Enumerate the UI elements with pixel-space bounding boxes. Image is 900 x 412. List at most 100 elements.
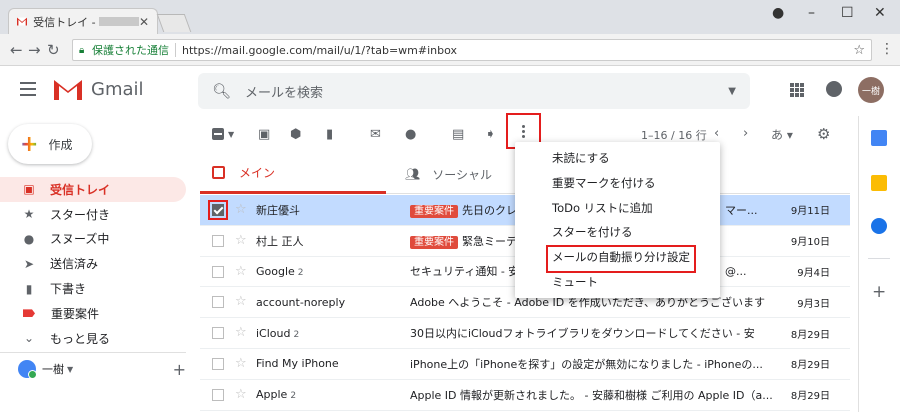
email-date: 9月10日 — [790, 237, 830, 249]
gmail-logo[interactable]: Gmail — [54, 78, 144, 100]
menu-item[interactable]: ToDo リストに追加 — [515, 195, 720, 220]
add-contact-icon[interactable]: + — [173, 360, 186, 379]
row-checkbox[interactable] — [212, 234, 224, 247]
tasks-icon[interactable] — [871, 218, 887, 234]
input-tools-button[interactable]: あ ▾ — [771, 126, 793, 143]
table-row[interactable]: ☆ Apple 2 Apple ID 情報が更新されました。 - 安藤和樹様 ご利用の… — [200, 380, 850, 411]
minimize-icon[interactable]: – — [808, 5, 815, 21]
hangouts-user[interactable]: 一樹 ▼ + — [18, 358, 186, 380]
sidebar-item-label: もっと見る — [50, 331, 111, 346]
calendar-icon[interactable] — [871, 130, 887, 146]
sidebar-item-important-label[interactable]: 重要案件 — [0, 301, 186, 326]
chevron-down-icon: ⌄ — [23, 331, 35, 346]
maximize-icon[interactable]: ☐ — [841, 5, 854, 21]
sidebar-item-inbox[interactable]: ▣ 受信トレイ — [0, 177, 186, 202]
row-checkbox[interactable] — [212, 357, 224, 370]
menu-item[interactable]: メールの自動振り分け設定 — [515, 244, 720, 273]
search-placeholder: メールを検索 — [245, 85, 324, 101]
search-icon[interactable]: 🔍︎ — [212, 82, 231, 100]
tab-social[interactable]: 👥︎ ソーシャル — [405, 154, 492, 194]
snooze-icon[interactable]: ● — [405, 127, 416, 142]
bookmark-star-icon[interactable]: ☆ — [853, 43, 865, 58]
chevron-down-icon[interactable]: ▼ — [67, 365, 73, 374]
profile-icon[interactable]: ● — [772, 5, 784, 21]
menu-item[interactable]: ミュート — [515, 269, 720, 294]
labels-icon[interactable]: ➧ — [485, 127, 496, 142]
notifications-icon[interactable] — [826, 81, 842, 97]
star-icon[interactable]: ☆ — [235, 356, 247, 371]
new-tab-button[interactable] — [156, 14, 192, 32]
add-addon-icon[interactable]: + — [872, 282, 886, 302]
inbox-icon — [212, 166, 225, 179]
label-badge: 重要案件 — [410, 204, 458, 218]
row-checkbox[interactable] — [212, 265, 224, 278]
sidebar-item-label: 下書き — [50, 282, 87, 297]
table-row[interactable]: ☆ iCloud 2 30日以内にiCloudフォトライブラリをダウンロードしてくださ… — [200, 318, 850, 349]
star-icon[interactable]: ☆ — [235, 325, 247, 340]
next-page-icon[interactable]: › — [743, 126, 748, 141]
menu-item[interactable]: 重要マークを付ける — [515, 171, 720, 196]
sidebar-item-label: スヌーズ中 — [50, 232, 110, 247]
email-subject: Apple ID 情報が更新されました。 - 安藤和樹様 ご利用の Apple … — [410, 388, 773, 402]
move-to-icon[interactable]: ▤ — [452, 127, 464, 142]
forward-icon[interactable]: → — [28, 41, 41, 59]
browser-tab[interactable]: 受信トレイ - ✕ — [8, 8, 158, 34]
account-avatar[interactable]: 一樹 — [858, 77, 884, 103]
tab-close-icon[interactable]: ✕ — [139, 15, 149, 29]
draft-icon: ▮ — [25, 281, 33, 296]
apps-grid-icon[interactable] — [790, 83, 804, 97]
prev-page-icon[interactable]: ‹ — [714, 126, 719, 141]
mark-read-icon[interactable]: ✉ — [370, 127, 381, 142]
more-options-menu: 未読にする 重要マークを付ける ToDo リストに追加 スターを付ける メールの自動振り… — [515, 142, 720, 298]
main-menu-icon[interactable] — [20, 82, 36, 100]
star-icon[interactable]: ☆ — [235, 264, 247, 279]
more-options-icon[interactable] — [522, 125, 525, 140]
email-sender: 新庄優斗 — [256, 203, 300, 217]
sidebar-item-label: スター付き — [50, 207, 111, 222]
thread-count: 2 — [297, 267, 304, 278]
row-checkbox[interactable] — [212, 296, 224, 309]
table-row[interactable]: ☆ Find My iPhone iPhone上の「iPhoneを探す」の設定が無効… — [200, 349, 850, 380]
address-bar[interactable]: 🔒︎ 保護された通信 https://mail.google.com/mail/… — [72, 39, 872, 61]
browser-menu-icon[interactable]: ⋮ — [880, 41, 894, 57]
sidebar-item-starred[interactable]: ★ スター付き — [0, 202, 186, 227]
archive-icon[interactable]: ▣ — [258, 127, 270, 142]
sidebar-item-snoozed[interactable]: ● スヌーズ中 — [0, 227, 186, 252]
keep-icon[interactable] — [871, 175, 887, 191]
reload-icon[interactable]: ↻ — [47, 41, 60, 59]
star-icon[interactable]: ☆ — [235, 233, 247, 248]
star-icon[interactable]: ☆ — [235, 387, 247, 402]
user-name: 一樹 — [42, 363, 64, 376]
search-bar[interactable]: 🔍︎ メールを検索 ▼ — [198, 73, 750, 109]
label-icon — [23, 309, 35, 318]
window-close-icon[interactable]: ✕ — [874, 5, 886, 21]
sidebar-item-label: 受信トレイ — [50, 182, 111, 197]
row-checkbox[interactable] — [212, 327, 224, 340]
sidebar-item-more[interactable]: ⌄ もっと見る — [0, 326, 186, 351]
subject-tail: @... — [725, 264, 747, 278]
inbox-icon: ▣ — [23, 182, 35, 197]
star-icon[interactable]: ☆ — [235, 294, 247, 309]
email-sender: Apple 2 — [256, 388, 297, 402]
subject-tail: マー... — [725, 203, 758, 217]
select-dropdown-icon[interactable]: ▼ — [228, 130, 234, 139]
tab-primary[interactable]: メイン — [200, 154, 386, 194]
search-options-icon[interactable]: ▼ — [728, 86, 736, 97]
compose-button[interactable]: + 作成 — [8, 124, 92, 164]
menu-item[interactable]: スターを付ける — [515, 220, 720, 245]
select-all-checkbox[interactable] — [212, 128, 224, 140]
star-icon[interactable]: ☆ — [235, 202, 247, 217]
delete-icon[interactable]: ▮ — [326, 127, 333, 142]
compose-plus-icon: + — [20, 131, 39, 157]
report-spam-icon[interactable]: ⬢ — [290, 127, 301, 142]
gear-icon[interactable]: ⚙ — [817, 125, 830, 143]
back-icon[interactable]: ← — [10, 41, 23, 59]
menu-item[interactable]: 未読にする — [515, 146, 720, 171]
thread-count: 2 — [290, 391, 297, 402]
email-date: 9月11日 — [790, 206, 830, 218]
sidebar-item-sent[interactable]: ➤ 送信済み — [0, 251, 186, 276]
sidebar-item-drafts[interactable]: ▮ 下書き — [0, 276, 186, 301]
gmail-favicon-icon — [17, 17, 28, 26]
row-checkbox[interactable] — [212, 388, 224, 401]
clock-icon: ● — [23, 231, 35, 246]
